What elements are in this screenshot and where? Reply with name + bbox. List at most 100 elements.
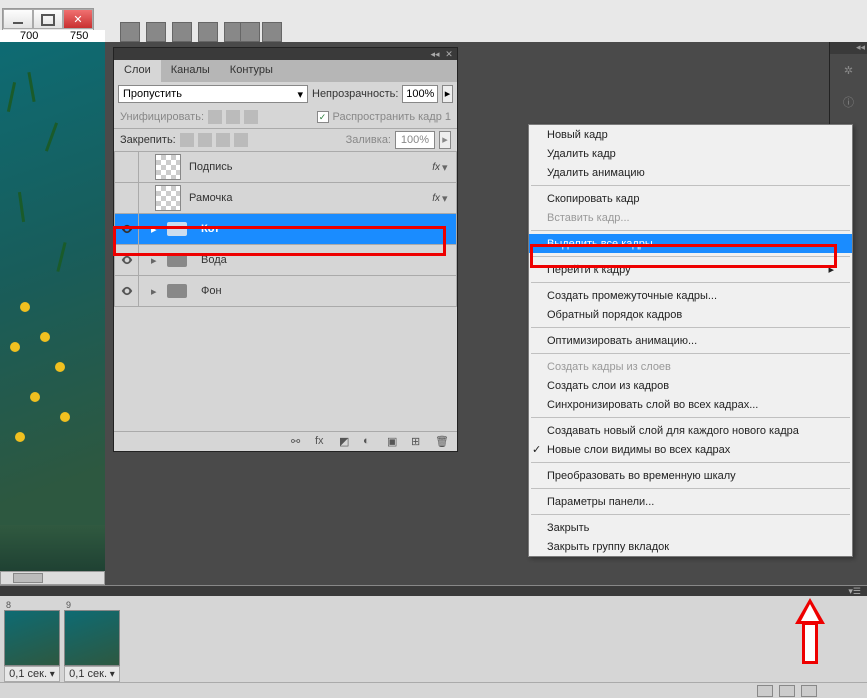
fill-value[interactable]: 100% [395, 131, 435, 149]
layer-row[interactable]: ▸ Фон [114, 275, 457, 307]
minimize-button[interactable] [3, 9, 33, 29]
new-layer-icon[interactable]: ⊞ [411, 435, 427, 449]
align-tools [120, 22, 244, 42]
menu-item-optimize[interactable]: Оптимизировать анимацию... [529, 331, 852, 350]
ruler: 700 750 [0, 30, 105, 42]
adjustment-layer-icon[interactable]: ◐ [363, 435, 379, 449]
unify-position-icon[interactable] [208, 110, 222, 124]
lock-all-icon[interactable] [234, 133, 248, 147]
animation-frame[interactable]: 9 0,1 сек. ▾ [64, 600, 120, 682]
visibility-toggle[interactable] [115, 276, 139, 306]
animation-frame[interactable]: 8 0,1 сек. ▾ [4, 600, 60, 682]
new-group-icon[interactable]: ▣ [387, 435, 403, 449]
settings-icon[interactable]: ✲ [830, 54, 867, 86]
frames-strip: 8 0,1 сек. ▾ 9 0,1 сек. ▾ [0, 596, 867, 686]
menu-item-new-frame[interactable]: Новый кадр [529, 125, 852, 144]
frame-delay[interactable]: 0,1 сек. ▾ [4, 666, 60, 682]
opacity-value[interactable]: 100% [402, 85, 438, 103]
menu-item-frames-from-layers: Создать кадры из слоев [529, 357, 852, 376]
menu-item-close-group[interactable]: Закрыть группу вкладок [529, 537, 852, 556]
lock-position-icon[interactable] [216, 133, 230, 147]
maximize-button[interactable] [33, 9, 63, 29]
fx-indicator[interactable]: fx [402, 162, 442, 173]
link-layers-icon[interactable]: ⚯ [291, 435, 307, 449]
menu-item-paste-frame: Вставить кадр... [529, 208, 852, 227]
chevron-down-icon[interactable]: ▾ [442, 192, 456, 205]
layer-name[interactable]: Подпись [185, 161, 402, 173]
layer-fx-icon[interactable]: fx [315, 435, 331, 449]
timeline-button[interactable] [779, 685, 795, 697]
unify-label: Унифицировать: [120, 111, 204, 123]
align-icon[interactable] [172, 22, 192, 42]
menu-item-tween[interactable]: Создать промежуточные кадры... [529, 286, 852, 305]
frame-number: 9 [64, 600, 120, 610]
tab-paths[interactable]: Контуры [220, 60, 283, 82]
layer-name[interactable]: Фон [197, 285, 456, 297]
frame-thumbnail[interactable] [64, 610, 120, 666]
menu-item-panel-options[interactable]: Параметры панели... [529, 492, 852, 511]
lock-transparency-icon[interactable] [180, 133, 194, 147]
align-icon[interactable] [198, 22, 218, 42]
layers-panel-footer: ⚯ fx ◩ ◐ ▣ ⊞ 🗑 [114, 431, 457, 451]
menu-item-reverse-frames[interactable]: Обратный порядок кадров [529, 305, 852, 324]
close-button[interactable] [63, 9, 93, 29]
tab-layers[interactable]: Слои [114, 60, 161, 82]
panel-close-icon[interactable]: ✕ [443, 49, 455, 59]
top-toolbar: 700 750 [0, 0, 867, 42]
annotation-arrow [795, 598, 825, 668]
unify-visibility-icon[interactable] [226, 110, 240, 124]
panel-tabs: Слои Каналы Контуры [114, 60, 457, 82]
menu-item-convert-timeline[interactable]: Преобразовать во временную шкалу [529, 466, 852, 485]
collapse-icon[interactable]: ◂◂ [830, 42, 867, 54]
visibility-toggle[interactable] [115, 183, 139, 213]
animation-panel: ▾☰ 8 0,1 сек. ▾ 9 0,1 сек. ▾ [0, 585, 867, 698]
align-icon[interactable] [120, 22, 140, 42]
animation-panel-header[interactable]: ▾☰ [0, 586, 867, 596]
fx-indicator[interactable]: fx [402, 193, 442, 204]
distribute-icon[interactable] [240, 22, 260, 42]
annotation-highlight-menu [530, 244, 837, 268]
tab-channels[interactable]: Каналы [161, 60, 220, 82]
menu-item-delete-frame[interactable]: Удалить кадр [529, 144, 852, 163]
opacity-slider-button[interactable]: ▸ [442, 85, 453, 103]
frame-delay[interactable]: 0,1 сек. ▾ [64, 666, 120, 682]
panel-titlebar[interactable]: ◂◂ ✕ [114, 48, 457, 60]
lock-label: Закрепить: [120, 134, 176, 146]
menu-item-new-layer-per-frame[interactable]: Создавать новый слой для каждого нового … [529, 421, 852, 440]
menu-item-copy-frame[interactable]: Скопировать кадр [529, 189, 852, 208]
delete-layer-icon[interactable]: 🗑 [435, 435, 451, 449]
info-icon[interactable]: ⓘ [830, 86, 867, 118]
chevron-down-icon[interactable]: ▾ [442, 161, 456, 174]
menu-item-close[interactable]: Закрыть [529, 518, 852, 537]
ruler-mark: 700 [20, 30, 38, 42]
annotation-highlight-layer [113, 226, 446, 256]
layer-thumbnail[interactable] [155, 154, 181, 180]
visibility-toggle[interactable] [115, 152, 139, 182]
horizontal-scrollbar[interactable] [0, 571, 105, 585]
align-icon[interactable] [146, 22, 166, 42]
fill-slider-button[interactable]: ▸ [439, 131, 451, 149]
distribute-tools [240, 22, 282, 42]
blend-mode-select[interactable]: Пропустить [118, 85, 308, 103]
layer-row[interactable]: Рамочка fx ▾ [114, 182, 457, 214]
unify-style-icon[interactable] [244, 110, 258, 124]
lock-pixels-icon[interactable] [198, 133, 212, 147]
menu-item-new-layers-visible[interactable]: ✓Новые слои видимы во всех кадрах [529, 440, 852, 459]
menu-item-delete-animation[interactable]: Удалить анимацию [529, 163, 852, 182]
canvas-image[interactable] [0, 42, 105, 585]
collapse-icon[interactable]: ◂◂ [429, 49, 441, 59]
timeline-button[interactable] [757, 685, 773, 697]
layer-thumbnail[interactable] [155, 185, 181, 211]
distribute-icon[interactable] [262, 22, 282, 42]
menu-item-layers-from-frames[interactable]: Создать слои из кадров [529, 376, 852, 395]
layer-mask-icon[interactable]: ◩ [339, 435, 355, 449]
expand-icon[interactable]: ▸ [151, 285, 163, 298]
layer-name[interactable]: Рамочка [185, 192, 402, 204]
menu-item-sync-layer[interactable]: Синхронизировать слой во всех кадрах... [529, 395, 852, 414]
frame-number: 8 [4, 600, 60, 610]
layer-row[interactable]: Подпись fx ▾ [114, 151, 457, 183]
timeline-button[interactable] [801, 685, 817, 697]
animation-footer [0, 682, 867, 698]
frame-thumbnail[interactable] [4, 610, 60, 666]
propagate-checkbox[interactable]: ✓ [317, 111, 329, 123]
